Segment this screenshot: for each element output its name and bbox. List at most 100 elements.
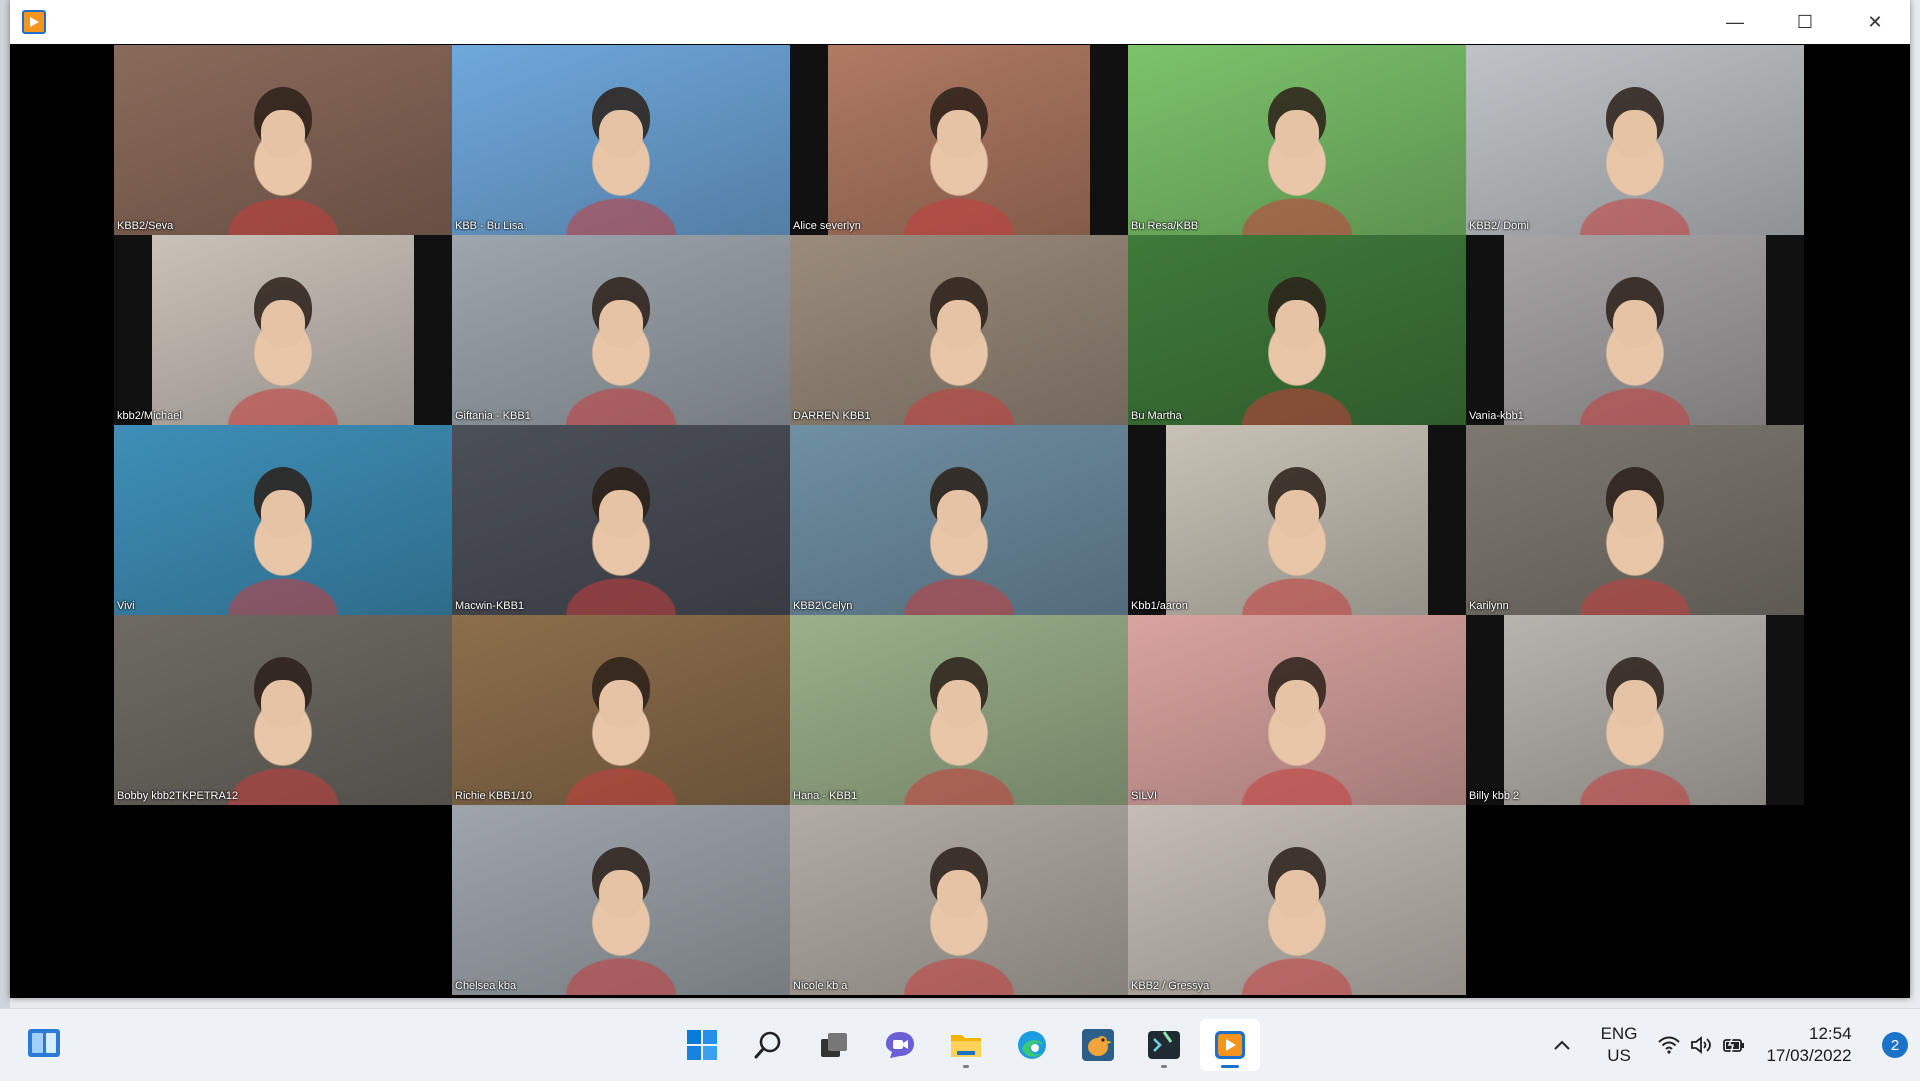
- chevron-up-icon: [1554, 1040, 1570, 1050]
- media-player-taskbar-button[interactable]: [1200, 1019, 1260, 1071]
- participant-name: Bu Resa/KBB: [1131, 220, 1199, 232]
- search-button[interactable]: [738, 1019, 798, 1071]
- language-indicator[interactable]: ENG US: [1584, 1009, 1654, 1081]
- participant-face: [1613, 299, 1657, 348]
- participant-tile[interactable]: KBB2 / Gressya: [1128, 805, 1466, 995]
- participant-face: [1275, 489, 1319, 538]
- participant-tile[interactable]: KBB - Bu Lisa: [452, 45, 790, 235]
- participant-tile[interactable]: Bu Martha: [1128, 235, 1466, 425]
- participant-video-feed: [452, 805, 790, 995]
- show-hidden-icons-button[interactable]: [1540, 1009, 1584, 1081]
- participant-tile[interactable]: KBB2\Celyn: [790, 425, 1128, 615]
- video-area[interactable]: KBB2/Seva KBB - Bu Lisa Alice severlyn Bu R…: [10, 44, 1910, 998]
- participant-tile[interactable]: Bu Resa/KBB: [1128, 45, 1466, 235]
- participant-tile[interactable]: Billy kbb 2: [1466, 615, 1804, 805]
- participant-tile[interactable]: Nicole kb a: [790, 805, 1128, 995]
- participant-name: KBB2/ Domi: [1469, 220, 1529, 232]
- participant-name: kbb2/Michael: [117, 410, 182, 422]
- participant-tile[interactable]: DARREN KBB1: [790, 235, 1128, 425]
- start-button[interactable]: [672, 1019, 732, 1071]
- participant-face: [599, 679, 643, 728]
- participant-face: [937, 299, 981, 348]
- participant-name: Vania-kbb1: [1469, 410, 1524, 422]
- terminal-app-button[interactable]: [1134, 1019, 1194, 1071]
- participant-tile[interactable]: kbb2/Michael: [114, 235, 452, 425]
- participant-video-feed: [790, 235, 1128, 425]
- participant-face: [599, 489, 643, 538]
- participant-name: Giftania - KBB1: [455, 410, 531, 422]
- participant-video-feed: [452, 425, 790, 615]
- participant-tile[interactable]: Vania-kbb1: [1466, 235, 1804, 425]
- clock-date: 17/03/2022: [1766, 1046, 1852, 1065]
- participant-video-feed: [452, 235, 790, 425]
- participant-face: [1275, 679, 1319, 728]
- clock[interactable]: 12:54 17/03/2022: [1750, 1009, 1882, 1081]
- participant-video-feed: [114, 615, 452, 805]
- task-view-icon: [821, 1033, 847, 1057]
- participant-name: Macwin-KBB1: [455, 600, 525, 612]
- widgets-button[interactable]: [26, 1027, 62, 1059]
- participant-name: Billy kbb 2: [1469, 790, 1520, 802]
- participant-video-feed: [452, 615, 790, 805]
- participant-video-feed: [1128, 805, 1466, 995]
- participant-tile[interactable]: SILVI: [1128, 615, 1466, 805]
- participant-name: KBB2 / Gressya: [1131, 980, 1210, 992]
- participant-face: [1275, 869, 1319, 918]
- notification-badge[interactable]: 2: [1882, 1032, 1908, 1058]
- participant-tile[interactable]: KBB2/Seva: [114, 45, 452, 235]
- participant-video-feed: [152, 235, 414, 425]
- empty-grid-cell: [114, 805, 452, 995]
- empty-grid-cell: [1466, 805, 1804, 995]
- participant-face: [261, 109, 305, 158]
- maximize-button[interactable]: ☐: [1770, 0, 1840, 44]
- participant-tile[interactable]: Karilynn: [1466, 425, 1804, 615]
- participant-face: [937, 489, 981, 538]
- participant-name: Chelsea kba: [455, 980, 517, 992]
- search-icon: [754, 1031, 781, 1059]
- chat-button[interactable]: [870, 1019, 930, 1071]
- participant-video-feed: [1466, 45, 1804, 235]
- keyboard-region: US: [1607, 1046, 1631, 1065]
- participant-tile[interactable]: Giftania - KBB1: [452, 235, 790, 425]
- title-bar[interactable]: — ☐ ✕: [10, 0, 1910, 44]
- participant-face: [1613, 109, 1657, 158]
- file-explorer-button[interactable]: [936, 1019, 996, 1071]
- participant-face: [1275, 299, 1319, 348]
- folder-icon: [951, 1035, 981, 1057]
- participant-tile[interactable]: KBB2/ Domi: [1466, 45, 1804, 235]
- participant-tile[interactable]: Bobby kbb2TKPETRA12: [114, 615, 452, 805]
- widgets-icon: [28, 1029, 60, 1057]
- participant-video-feed: [790, 425, 1128, 615]
- desktop-edge: [0, 0, 10, 1008]
- participant-tile[interactable]: Kbb1/aaron: [1128, 425, 1466, 615]
- edge-button[interactable]: [1002, 1019, 1062, 1071]
- participant-name: Bu Martha: [1131, 410, 1182, 422]
- quick-settings-button[interactable]: [1654, 1009, 1750, 1081]
- system-tray: ENG US 12:54 17/03/2022 2: [1540, 1009, 1920, 1081]
- participant-face: [937, 869, 981, 918]
- participant-video-feed: [1504, 235, 1766, 425]
- participant-tile[interactable]: Alice severlyn: [790, 45, 1128, 235]
- duo-app-button[interactable]: [1068, 1019, 1128, 1071]
- media-player-window: — ☐ ✕ KBB2/Seva KBB - Bu Lisa Alice severl…: [10, 0, 1910, 998]
- minimize-button[interactable]: —: [1700, 0, 1770, 44]
- participant-name: KBB - Bu Lisa: [455, 220, 524, 232]
- participant-video-feed: [828, 45, 1090, 235]
- participant-face: [1613, 679, 1657, 728]
- show-desktop-button[interactable]: [1914, 1009, 1920, 1081]
- participant-face: [1613, 489, 1657, 538]
- participant-tile[interactable]: Richie KBB1/10: [452, 615, 790, 805]
- participant-video-feed: [114, 45, 452, 235]
- close-button[interactable]: ✕: [1840, 0, 1910, 44]
- participant-tile[interactable]: Vivi: [114, 425, 452, 615]
- wifi-icon: [1658, 1036, 1680, 1054]
- participant-tile[interactable]: Hana - KBB1: [790, 615, 1128, 805]
- participant-tile[interactable]: Macwin-KBB1: [452, 425, 790, 615]
- task-view-button[interactable]: [804, 1019, 864, 1071]
- participant-name: SILVI: [1131, 790, 1158, 802]
- windows-logo-icon: [687, 1030, 717, 1060]
- participant-video-feed: [790, 615, 1128, 805]
- media-player-app-icon[interactable]: [22, 10, 46, 34]
- participant-face: [261, 679, 305, 728]
- participant-tile[interactable]: Chelsea kba: [452, 805, 790, 995]
